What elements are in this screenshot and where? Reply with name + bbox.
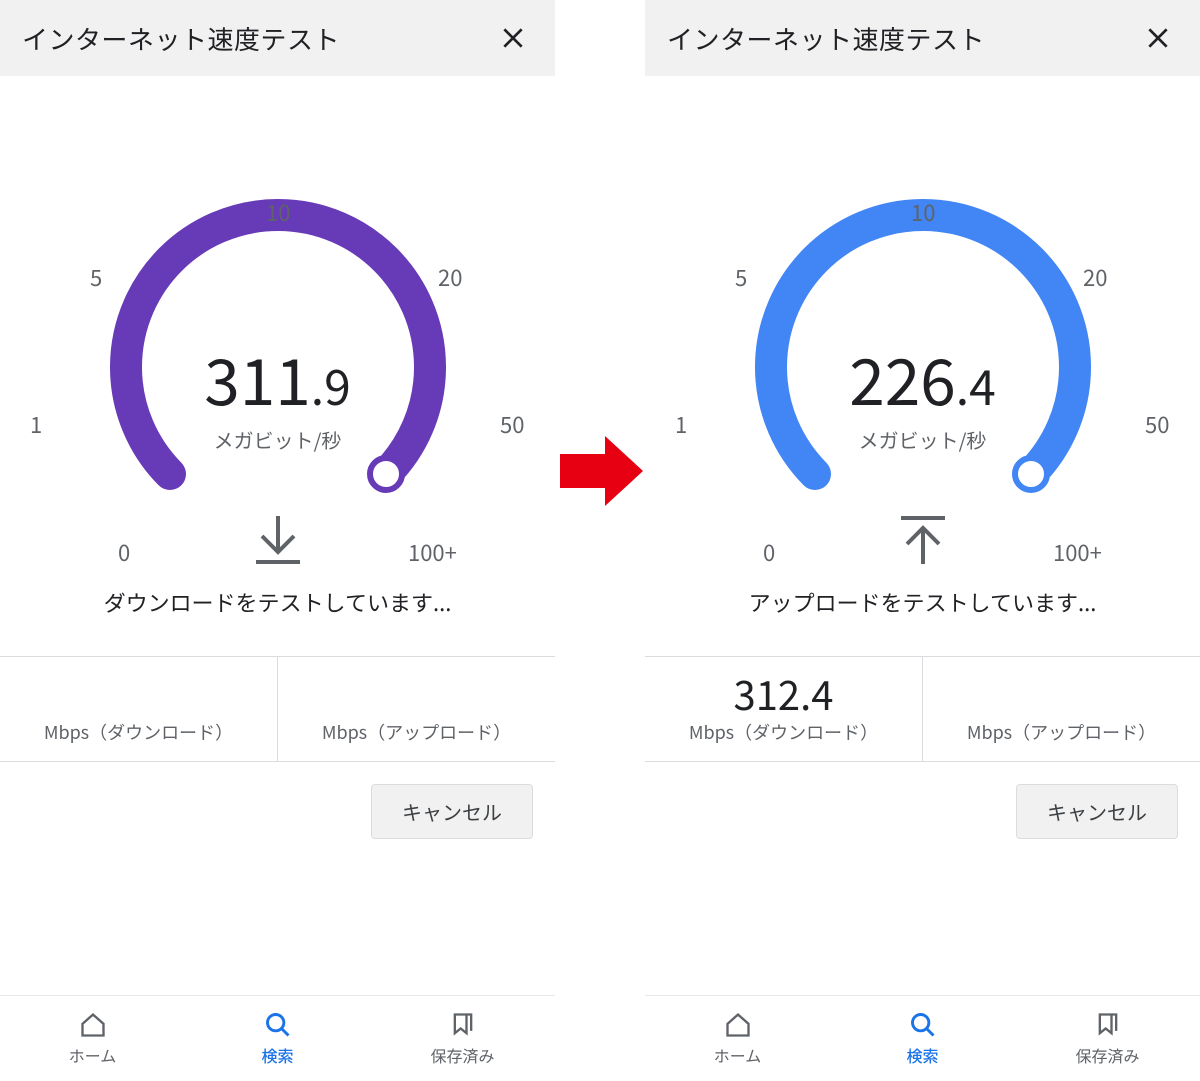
- nav-search-label: 検索: [261, 1043, 293, 1067]
- nav-search-label: 検索: [906, 1043, 938, 1067]
- arrow-right-icon: [555, 426, 645, 516]
- close-icon: [1145, 25, 1171, 51]
- result-upload: Mbps（アップロード）: [278, 657, 555, 761]
- cancel-button[interactable]: キャンセル: [1016, 784, 1178, 839]
- bookmark-icon: [449, 1011, 477, 1039]
- bottom-nav: ホーム 検索 保存済み: [645, 995, 1200, 1081]
- value-decimal: .4: [956, 349, 996, 419]
- result-download-value: 312.4: [653, 671, 914, 715]
- nav-saved[interactable]: 保存済み: [370, 996, 555, 1081]
- result-upload-label: Mbps（アップロード）: [931, 719, 1192, 745]
- gauge-area: 0 1 5 10 20 50 100+ 311.9 メガビット/秒 ダウンロード…: [0, 76, 555, 586]
- value-integer: 226: [849, 332, 956, 424]
- tick-20: 20: [438, 261, 462, 293]
- download-icon: [248, 514, 308, 566]
- status-text: ダウンロードをテストしています...: [0, 586, 555, 618]
- tick-20: 20: [1083, 261, 1107, 293]
- status-text: アップロードをテストしています...: [645, 586, 1200, 618]
- nav-saved-label: 保存済み: [430, 1043, 494, 1067]
- close-button[interactable]: [493, 18, 533, 58]
- value-unit: メガビット/秒: [0, 425, 555, 454]
- tick-0: 0: [118, 536, 130, 568]
- panel-title: インターネット速度テスト: [667, 20, 985, 57]
- home-icon: [724, 1011, 752, 1039]
- nav-search[interactable]: 検索: [830, 996, 1015, 1081]
- speedtest-panel-download: インターネット速度テスト 0 1 5 10 20 50 100+ 311.9 メ…: [0, 0, 555, 1081]
- close-icon: [500, 25, 526, 51]
- speedtest-panel-upload: インターネット速度テスト 0 1 5 10 20 50 100+ 226.4 メ…: [645, 0, 1200, 1081]
- panel-header: インターネット速度テスト: [0, 0, 555, 76]
- gauge-area: 0 1 5 10 20 50 100+ 226.4 メガビット/秒 アップロード…: [645, 76, 1200, 586]
- nav-home-label: ホーム: [714, 1043, 762, 1067]
- result-upload-label: Mbps（アップロード）: [286, 719, 547, 745]
- tick-100: 100+: [1053, 536, 1102, 568]
- nav-home-label: ホーム: [69, 1043, 117, 1067]
- cancel-row: キャンセル: [0, 762, 555, 839]
- tick-5: 5: [735, 261, 747, 293]
- search-icon: [909, 1011, 937, 1039]
- tick-0: 0: [763, 536, 775, 568]
- bottom-nav: ホーム 検索 保存済み: [0, 995, 555, 1081]
- panel-header: インターネット速度テスト: [645, 0, 1200, 76]
- result-download-label: Mbps（ダウンロード）: [653, 719, 914, 745]
- results-row: Mbps（ダウンロード） Mbps（アップロード）: [0, 656, 555, 762]
- panel-title: インターネット速度テスト: [22, 20, 340, 57]
- value-decimal: .9: [311, 349, 351, 419]
- result-download-label: Mbps（ダウンロード）: [8, 719, 269, 745]
- home-icon: [79, 1011, 107, 1039]
- search-icon: [264, 1011, 292, 1039]
- cancel-row: キャンセル: [645, 762, 1200, 839]
- nav-saved-label: 保存済み: [1075, 1043, 1139, 1067]
- cancel-button[interactable]: キャンセル: [371, 784, 533, 839]
- nav-home[interactable]: ホーム: [0, 996, 185, 1081]
- tick-10: 10: [266, 196, 290, 228]
- gauge-value: 226.4 メガビット/秒: [645, 346, 1200, 454]
- nav-search[interactable]: 検索: [185, 996, 370, 1081]
- nav-home[interactable]: ホーム: [645, 996, 830, 1081]
- transition-gap: [555, 0, 645, 1081]
- result-upload: Mbps（アップロード）: [923, 657, 1200, 761]
- result-download: Mbps（ダウンロード）: [0, 657, 278, 761]
- bookmark-icon: [1094, 1011, 1122, 1039]
- value-integer: 311: [204, 332, 311, 424]
- nav-saved[interactable]: 保存済み: [1015, 996, 1200, 1081]
- tick-5: 5: [90, 261, 102, 293]
- result-download: 312.4 Mbps（ダウンロード）: [645, 657, 923, 761]
- close-button[interactable]: [1138, 18, 1178, 58]
- upload-icon: [893, 514, 953, 566]
- gauge-value: 311.9 メガビット/秒: [0, 346, 555, 454]
- tick-10: 10: [911, 196, 935, 228]
- tick-100: 100+: [408, 536, 457, 568]
- results-row: 312.4 Mbps（ダウンロード） Mbps（アップロード）: [645, 656, 1200, 762]
- value-unit: メガビット/秒: [645, 425, 1200, 454]
